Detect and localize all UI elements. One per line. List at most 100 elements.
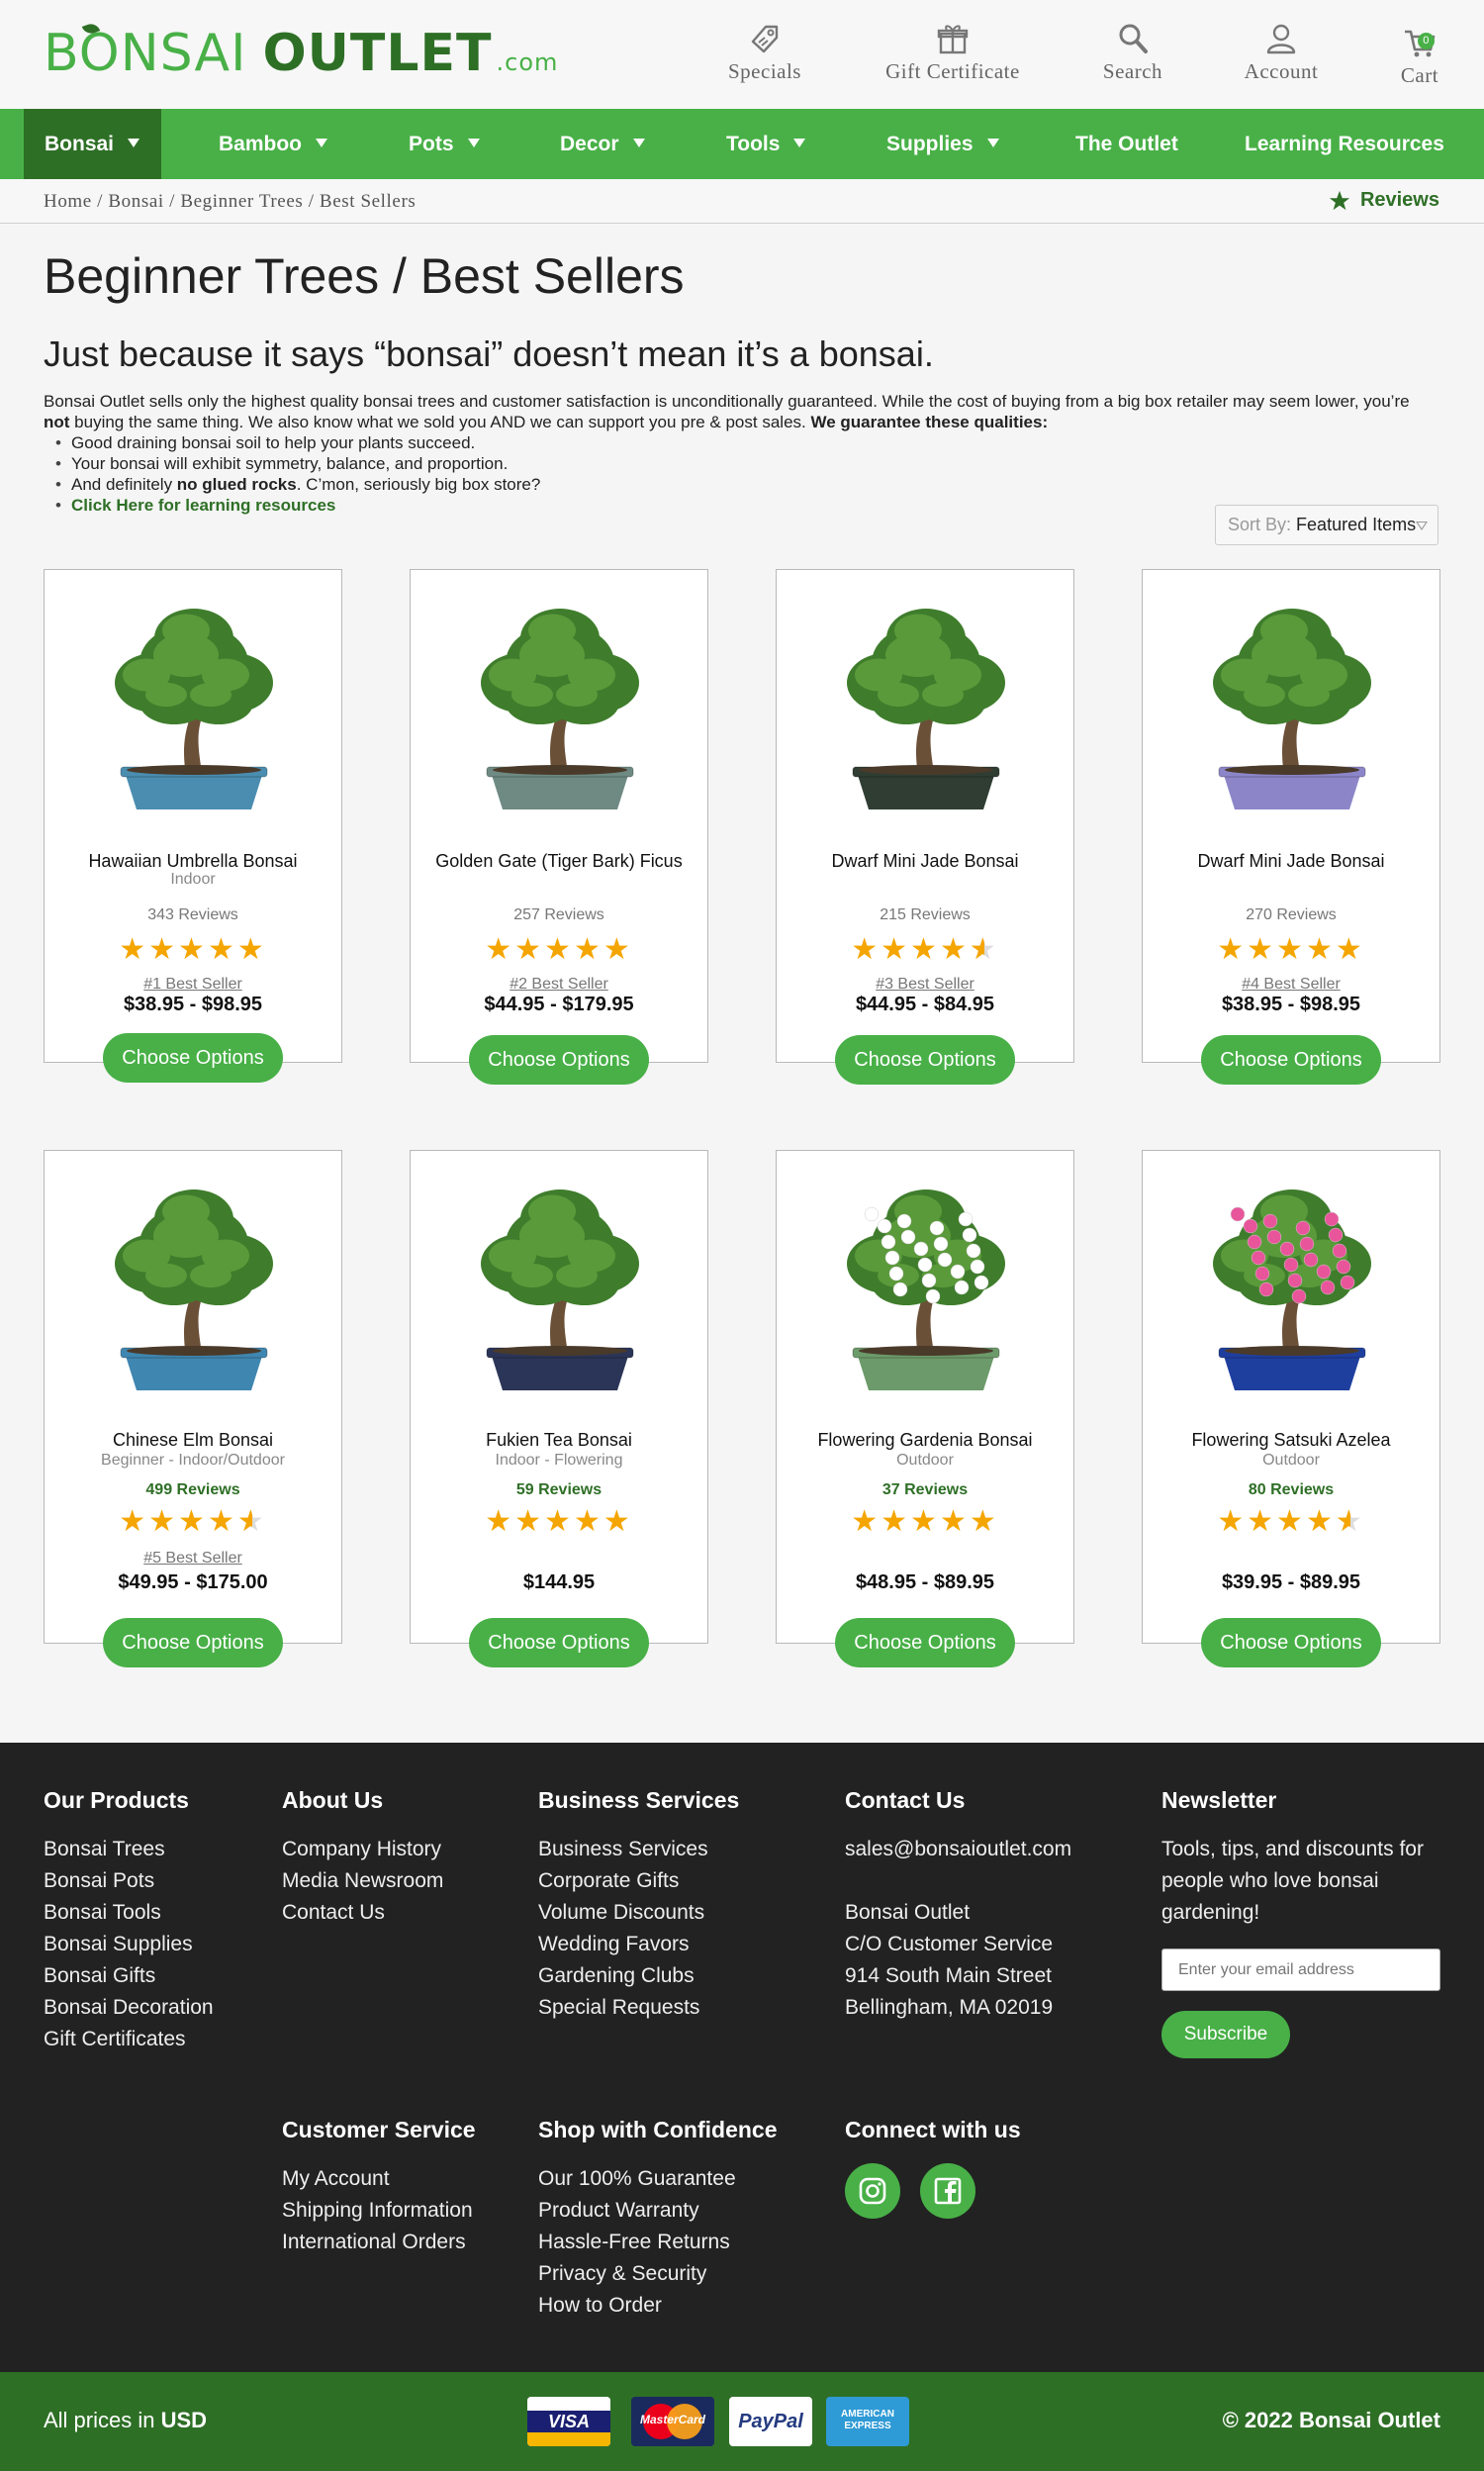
- product-card[interactable]: Chinese Elm Bonsai Beginner - Indoor/Out…: [44, 1150, 342, 1667]
- product-image[interactable]: [85, 1175, 303, 1402]
- best-seller-rank[interactable]: #3 Best Seller: [777, 976, 1073, 994]
- footer-link[interactable]: How to Order: [538, 2290, 778, 2322]
- learning-resources-link[interactable]: Click Here for learning resources: [71, 496, 335, 515]
- best-seller-rank[interactable]: #2 Best Seller: [411, 976, 707, 994]
- footer-link[interactable]: Bonsai Gifts: [44, 1960, 214, 1992]
- product-reviews[interactable]: 499 Reviews: [45, 1481, 341, 1499]
- product-subtitle: Indoor - Flowering: [495, 1452, 623, 1469]
- nav-item-bamboo[interactable]: Bamboo: [219, 109, 327, 179]
- product-name[interactable]: Hawaiian Umbrella Bonsai: [45, 851, 341, 872]
- product-image[interactable]: [85, 594, 303, 821]
- choose-options-button[interactable]: Choose Options: [103, 1618, 283, 1667]
- sort-select[interactable]: Sort By: Featured Items: [1215, 505, 1438, 545]
- footer-link[interactable]: International Orders: [282, 2227, 476, 2258]
- nav-item-decor[interactable]: Decor: [560, 109, 645, 179]
- product-name[interactable]: Dwarf Mini Jade Bonsai: [1143, 851, 1439, 872]
- reviews-link[interactable]: Reviews: [1329, 189, 1439, 212]
- footer-link[interactable]: Shipping Information: [282, 2195, 476, 2227]
- footer-link[interactable]: Bonsai Supplies: [44, 1929, 214, 1960]
- footer-link-list: Bonsai Trees Bonsai Pots Bonsai Tools Bonsa…: [44, 1834, 214, 2055]
- contact-email-link[interactable]: sales@bonsaioutlet.com: [845, 1834, 1071, 1865]
- product-image[interactable]: [451, 1175, 669, 1402]
- instagram-link[interactable]: [845, 2163, 900, 2219]
- product-name[interactable]: Dwarf Mini Jade Bonsai: [777, 851, 1073, 872]
- footer-link[interactable]: Bonsai Tools: [44, 1897, 214, 1929]
- specials-link[interactable]: Specials: [725, 22, 804, 84]
- product-reviews[interactable]: 257 Reviews: [411, 906, 707, 924]
- newsletter-email-input[interactable]: [1161, 1948, 1440, 1991]
- best-seller-rank[interactable]: #1 Best Seller: [45, 976, 341, 994]
- choose-options-button[interactable]: Choose Options: [469, 1035, 649, 1085]
- currency-code[interactable]: USD: [161, 2408, 207, 2432]
- choose-options-button[interactable]: Choose Options: [103, 1033, 283, 1083]
- star-icon: ★: [119, 933, 149, 966]
- choose-options-button[interactable]: Choose Options: [835, 1035, 1015, 1085]
- footer-link[interactable]: Bonsai Trees: [44, 1834, 214, 1865]
- nav-item-pots[interactable]: Pots: [409, 109, 480, 179]
- product-reviews[interactable]: 80 Reviews: [1143, 1481, 1439, 1499]
- product-name[interactable]: Chinese Elm Bonsai: [45, 1430, 341, 1451]
- footer-link[interactable]: Special Requests: [538, 1992, 739, 2024]
- product-reviews[interactable]: 37 Reviews: [777, 1481, 1073, 1499]
- account-link[interactable]: Account: [1237, 22, 1326, 84]
- choose-options-button[interactable]: Choose Options: [1201, 1035, 1381, 1085]
- footer-link[interactable]: Media Newsroom: [282, 1865, 443, 1897]
- product-name[interactable]: Flowering Gardenia Bonsai: [777, 1430, 1073, 1451]
- subscribe-button[interactable]: Subscribe: [1161, 2011, 1290, 2058]
- footer-link[interactable]: Bonsai Decoration: [44, 1992, 214, 2024]
- product-image[interactable]: [1183, 1175, 1401, 1402]
- footer-link[interactable]: Volume Discounts: [538, 1897, 739, 1929]
- product-image[interactable]: [1183, 594, 1401, 821]
- product-card[interactable]: Flowering Satsuki Azelea Outdoor 80 Revi…: [1142, 1150, 1440, 1667]
- footer-link[interactable]: Contact Us: [282, 1897, 443, 1929]
- footer-link[interactable]: Product Warranty: [538, 2195, 778, 2227]
- choose-options-button[interactable]: Choose Options: [469, 1618, 649, 1667]
- footer-link[interactable]: Gift Certificates: [44, 2024, 214, 2055]
- search-link[interactable]: Search: [1093, 22, 1172, 84]
- nav-item-the-outlet[interactable]: The Outlet: [1075, 109, 1178, 179]
- product-reviews[interactable]: 215 Reviews: [777, 906, 1073, 924]
- product-card[interactable]: Dwarf Mini Jade Bonsai 215 Reviews ★★★★★…: [776, 569, 1074, 1085]
- footer-link[interactable]: Our 100% Guarantee: [538, 2163, 778, 2195]
- product-card[interactable]: Hawaiian Umbrella Bonsai Indoor 343 Revi…: [44, 569, 342, 1083]
- gift-certificate-link[interactable]: Gift Certificate: [879, 22, 1027, 84]
- footer-link[interactable]: Privacy & Security: [538, 2258, 778, 2290]
- star-icon: ★: [178, 933, 208, 966]
- mastercard-icon: MasterCard: [631, 2397, 714, 2446]
- product-image[interactable]: [817, 594, 1035, 821]
- product-reviews[interactable]: 343 Reviews: [45, 906, 341, 924]
- nav-item-learning-resources[interactable]: Learning Resources: [1245, 109, 1444, 179]
- product-card[interactable]: Golden Gate (Tiger Bark) Ficus 257 Revie…: [410, 569, 708, 1085]
- best-seller-rank[interactable]: #5 Best Seller: [45, 1550, 341, 1568]
- footer-link[interactable]: Wedding Favors: [538, 1929, 739, 1960]
- cart-link[interactable]: 0 Cart: [1390, 26, 1449, 88]
- product-image[interactable]: [451, 594, 669, 821]
- product-reviews[interactable]: 270 Reviews: [1143, 906, 1439, 924]
- footer-link[interactable]: Bonsai Pots: [44, 1865, 214, 1897]
- product-name[interactable]: Fukien Tea Bonsai: [411, 1430, 707, 1451]
- site-logo[interactable]: BONSAI OUTLET .com: [44, 21, 558, 83]
- best-seller-rank[interactable]: #4 Best Seller: [1143, 976, 1439, 994]
- product-card[interactable]: Fukien Tea Bonsai Indoor - Flowering 59 …: [410, 1150, 708, 1667]
- product-name[interactable]: Flowering Satsuki Azelea: [1143, 1430, 1439, 1451]
- product-card[interactable]: Dwarf Mini Jade Bonsai 270 Reviews ★★★★★…: [1142, 569, 1440, 1085]
- currency-note: All prices in USD: [44, 2408, 207, 2433]
- nav-item-bonsai[interactable]: Bonsai: [24, 109, 161, 179]
- product-card[interactable]: Flowering Gardenia Bonsai Outdoor 37 Rev…: [776, 1150, 1074, 1667]
- footer-link[interactable]: Hassle-Free Returns: [538, 2227, 778, 2258]
- product-reviews[interactable]: 59 Reviews: [411, 1481, 707, 1499]
- footer-link[interactable]: Business Services: [538, 1834, 739, 1865]
- nav-item-tools[interactable]: Tools: [726, 109, 806, 179]
- footer-link[interactable]: My Account: [282, 2163, 476, 2195]
- footer-link[interactable]: Gardening Clubs: [538, 1960, 739, 1992]
- nav-item-supplies[interactable]: Supplies: [886, 109, 999, 179]
- footer-link[interactable]: Corporate Gifts: [538, 1865, 739, 1897]
- breadcrumb[interactable]: Home / Bonsai / Beginner Trees / Best Se…: [44, 191, 416, 213]
- facebook-link[interactable]: [920, 2163, 975, 2219]
- footer-link[interactable]: Company History: [282, 1834, 443, 1865]
- product-name[interactable]: Golden Gate (Tiger Bark) Ficus: [411, 851, 707, 872]
- choose-options-button[interactable]: Choose Options: [1201, 1618, 1381, 1667]
- tag-icon: [751, 25, 779, 53]
- choose-options-button[interactable]: Choose Options: [835, 1618, 1015, 1667]
- product-image[interactable]: [817, 1175, 1035, 1402]
